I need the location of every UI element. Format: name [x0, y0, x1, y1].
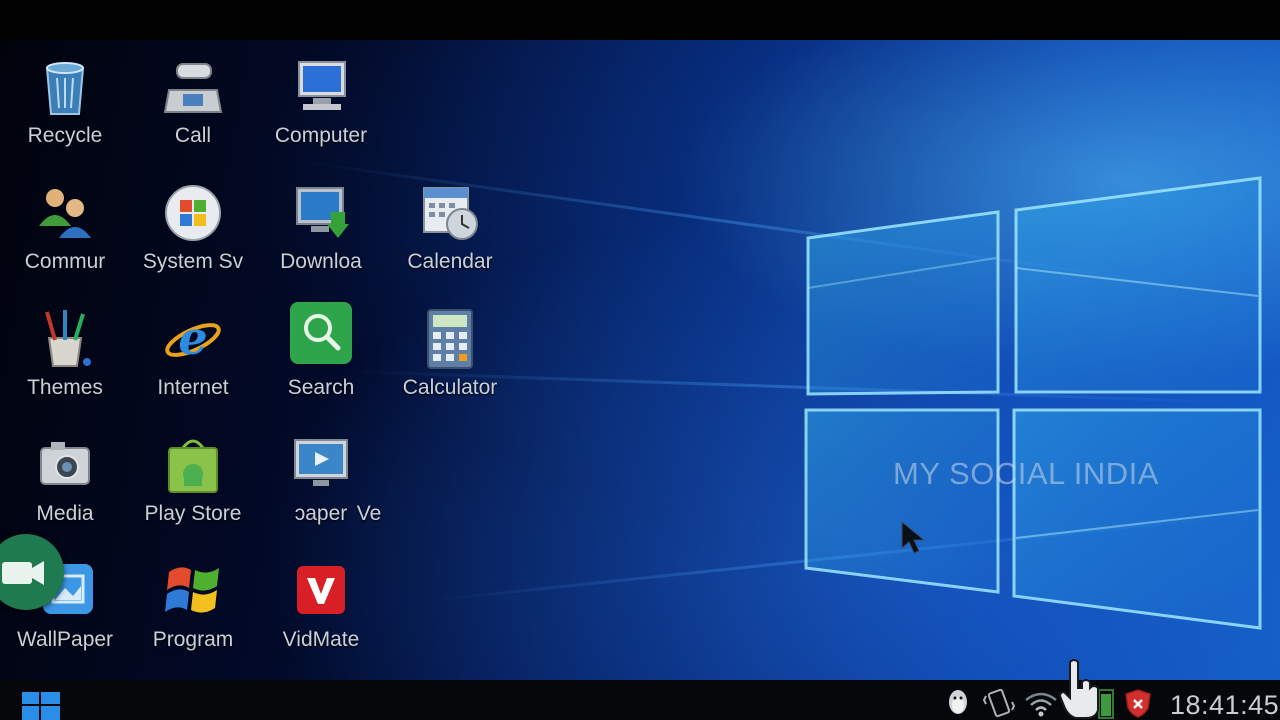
desktop-icon-calculator[interactable]: Calculator — [386, 300, 514, 425]
mouse-pointer-icon — [901, 520, 926, 554]
vidmate-icon — [297, 566, 345, 614]
calendar-clock-icon — [423, 187, 478, 240]
download-monitor-icon — [296, 187, 349, 238]
icon-label: Downloa — [280, 250, 362, 273]
svg-text:e: e — [178, 311, 207, 365]
desktop-icon-system[interactable]: System Sv — [129, 174, 257, 299]
computer-icon — [298, 61, 346, 110]
desktop-icon-play-store[interactable]: Play Store — [129, 426, 257, 551]
icon-label: Play Store — [144, 502, 242, 525]
desktop-icon-recycle[interactable]: Recycle — [1, 48, 129, 173]
icon-label: Recycle — [27, 124, 103, 147]
icon-label: Search — [287, 376, 355, 399]
recycle-bin-icon — [45, 62, 85, 115]
play-store-bag-icon — [168, 439, 218, 493]
icon-label: Computer — [274, 124, 368, 147]
phone-vibrate-icon[interactable] — [982, 688, 1016, 718]
search-icon — [290, 302, 352, 364]
wifi-icon[interactable] — [1024, 688, 1058, 718]
icon-label: Commur — [24, 250, 106, 273]
video-camera-icon — [2, 561, 44, 585]
hand-pointer-icon — [1058, 659, 1099, 719]
desktop-icon-computer[interactable]: Computer — [257, 48, 385, 173]
windows-orb-icon — [165, 185, 221, 241]
camera-icon — [40, 442, 90, 485]
taskbar-clock[interactable]: 18:41:45 — [1170, 690, 1279, 720]
qq-penguin-icon[interactable] — [944, 688, 972, 718]
icon-label: Calendar — [407, 250, 493, 273]
community-users-icon — [39, 189, 91, 238]
desktop-icon-themes[interactable]: Themes — [1, 300, 129, 425]
calculator-icon — [427, 309, 473, 369]
shield-icon[interactable] — [1124, 688, 1152, 718]
desktop-icon-internet[interactable]: e Internet — [129, 300, 257, 425]
watermark-text: MY SOCIAL INDIA — [893, 456, 1159, 491]
desktop-icon-call[interactable]: Call — [129, 48, 257, 173]
paint-brushes-icon — [45, 310, 91, 367]
icon-label: Program — [152, 628, 234, 651]
desktop-icon-vidmate[interactable]: VidMate — [257, 552, 385, 677]
desktop-icon-program[interactable]: Program — [129, 552, 257, 677]
desktop-icon-community[interactable]: Commur — [1, 174, 129, 299]
icon-label: Themes — [27, 376, 103, 399]
desktop-icon-search[interactable]: Search — [257, 300, 385, 425]
desktop-icon-calendar[interactable]: Calendar — [386, 174, 514, 299]
telephone-icon — [163, 63, 223, 113]
icon-label: Media — [36, 502, 94, 525]
icon-label: Ve — [356, 502, 382, 525]
windows-flag-icon — [165, 567, 219, 613]
desktop-icon-media[interactable]: Media — [1, 426, 129, 551]
icon-label: WallPaper — [16, 628, 114, 651]
desktop-icon-download[interactable]: Downloa — [257, 174, 385, 299]
icon-label: System Sv — [142, 250, 244, 273]
video-record-fab[interactable] — [0, 534, 64, 610]
icon-label: Internet — [157, 376, 229, 399]
desktop-icon-ve[interactable]: Ve — [305, 426, 433, 551]
icon-label: VidMate — [282, 628, 360, 651]
internet-explorer-icon: e — [165, 311, 221, 365]
top-black-bar — [0, 0, 1280, 40]
start-windows-icon[interactable] — [20, 688, 62, 720]
icon-label: Calculator — [402, 376, 498, 399]
icon-label: Call — [174, 124, 212, 147]
